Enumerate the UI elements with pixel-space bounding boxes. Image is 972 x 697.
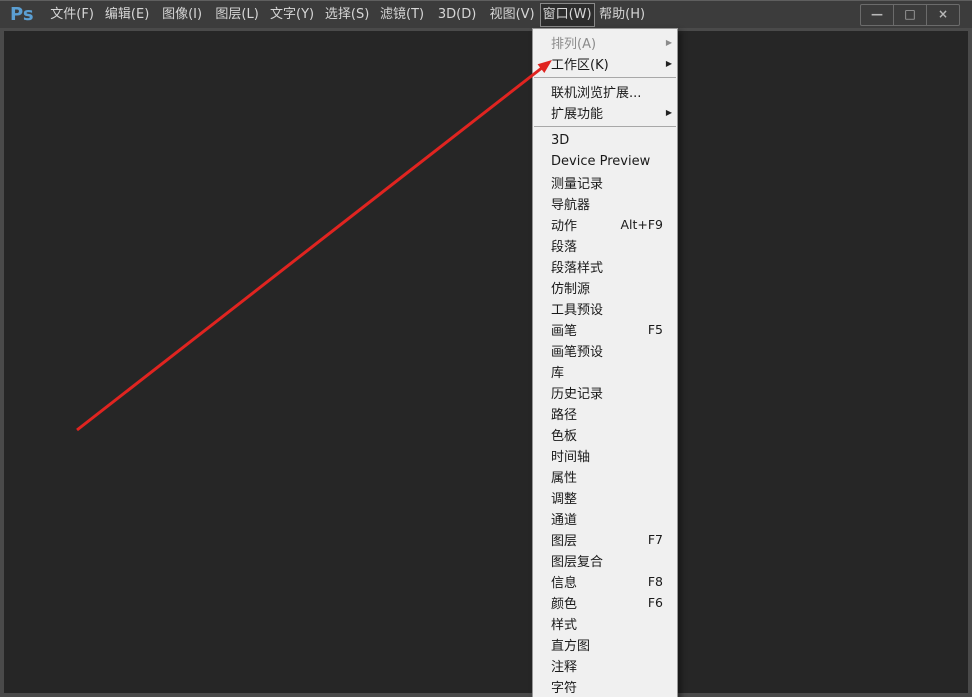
menu-item-adjustments[interactable]: 调整: [533, 487, 677, 508]
menu-item-measurement-log[interactable]: 测量记录: [533, 172, 677, 193]
minimize-button[interactable]: —: [861, 5, 893, 25]
menu-item-label: 信息: [551, 576, 578, 591]
menu-item-info[interactable]: 信息 F8: [533, 571, 677, 592]
menu-item-paragraph-styles[interactable]: 段落样式: [533, 256, 677, 277]
photoshop-logo: Ps: [10, 4, 34, 25]
menu-item-label: 色板: [551, 429, 578, 444]
menubar-item-view[interactable]: 视图(V): [485, 3, 540, 27]
menu-item-notes[interactable]: 注释: [533, 655, 677, 676]
menu-separator: [534, 77, 676, 78]
menu-item-label: 段落: [551, 240, 578, 255]
menu-item-clone-source[interactable]: 仿制源: [533, 277, 677, 298]
menu-item-label: 图层: [551, 534, 578, 549]
menu-item-navigator[interactable]: 导航器: [533, 193, 677, 214]
window-controls: — □ ×: [860, 3, 960, 26]
menu-item-label: 导航器: [551, 198, 591, 213]
menu-item-label: 段落样式: [551, 261, 604, 276]
menubar-item-layer[interactable]: 图层(L): [210, 3, 265, 27]
menu-item-label: 画笔: [551, 324, 578, 339]
menubar-item-edit[interactable]: 编辑(E): [100, 3, 155, 27]
menu-item-character[interactable]: 字符: [533, 676, 677, 697]
window-menu-dropdown: 排列(A) ▶ 工作区(K) ▶ 联机浏览扩展... 扩展功能 ▶ 3D Device Prev…: [532, 28, 678, 697]
submenu-arrow-icon: ▶: [665, 107, 672, 117]
submenu-arrow-icon: ▶: [665, 37, 672, 47]
menubar-item-help[interactable]: 帮助(H): [595, 3, 650, 27]
menubar-item-image[interactable]: 图像(I): [155, 3, 210, 27]
menu-item-histogram[interactable]: 直方图: [533, 634, 677, 655]
menu-item-3d[interactable]: 3D: [533, 130, 677, 151]
menu-item-label: 属性: [551, 471, 578, 486]
menu-item-label: 仿制源: [551, 282, 591, 297]
menu-item-label: 库: [551, 366, 565, 381]
close-button[interactable]: ×: [926, 4, 959, 25]
menu-item-device-preview[interactable]: Device Preview: [533, 151, 677, 172]
submenu-arrow-icon: ▶: [665, 58, 672, 68]
menu-item-brush-presets[interactable]: 画笔预设: [533, 340, 677, 361]
menu-separator: [534, 126, 676, 127]
menu-item-properties[interactable]: 属性: [533, 466, 677, 487]
menu-item-label: 通道: [551, 513, 578, 528]
menu-item-label: Device Preview: [551, 154, 651, 169]
menu-item-brush[interactable]: 画笔 F5: [533, 319, 677, 340]
menubar-item-type[interactable]: 文字(Y): [265, 3, 320, 27]
menu-item-label: 工具预设: [551, 303, 604, 318]
menu-item-label: 3D: [551, 133, 570, 148]
menu-item-shortcut: F5: [647, 322, 663, 337]
menubar-item-select[interactable]: 选择(S): [320, 3, 375, 27]
menu-item-label: 历史记录: [551, 387, 604, 402]
maximize-button[interactable]: □: [893, 4, 926, 25]
menu-item-styles[interactable]: 样式: [533, 613, 677, 634]
menu-item-label: 字符: [551, 681, 578, 696]
menu-item-shortcut: F8: [647, 574, 663, 589]
menu-item-label: 路径: [551, 408, 578, 423]
menu-item-label: 注释: [551, 660, 578, 675]
menu-item-color[interactable]: 颜色 F6: [533, 592, 677, 613]
menu-item-label: 图层复合: [551, 555, 604, 570]
menu-item-workspace[interactable]: 工作区(K) ▶: [533, 53, 677, 74]
menubar-item-3d[interactable]: 3D(D): [430, 3, 485, 27]
menu-item-label: 扩展功能: [551, 107, 604, 122]
menu-item-label: 直方图: [551, 639, 591, 654]
menu-item-label: 排列(A): [551, 37, 597, 52]
menubar-item-window[interactable]: 窗口(W): [539, 2, 595, 27]
menu-item-arrange[interactable]: 排列(A) ▶: [533, 32, 677, 53]
menubar: Ps 文件(F) 编辑(E) 图像(I) 图层(L) 文字(Y) 选择(S) 滤镜(T) 3D…: [0, 0, 972, 28]
menu-item-label: 联机浏览扩展...: [551, 86, 642, 101]
canvas-area: [0, 28, 972, 697]
menu-item-timeline[interactable]: 时间轴: [533, 445, 677, 466]
menu-item-label: 画笔预设: [551, 345, 604, 360]
menu-item-shortcut: Alt+F9: [620, 217, 663, 232]
menubar-item-file[interactable]: 文件(F): [45, 3, 100, 27]
menu-item-label: 工作区(K): [551, 58, 609, 73]
menu-item-paragraph[interactable]: 段落: [533, 235, 677, 256]
menu-item-layer-comps[interactable]: 图层复合: [533, 550, 677, 571]
menu-item-actions[interactable]: 动作 Alt+F9: [533, 214, 677, 235]
menu-item-shortcut: F6: [647, 595, 663, 610]
photoshop-window: Ps 文件(F) 编辑(E) 图像(I) 图层(L) 文字(Y) 选择(S) 滤镜(T) 3D…: [0, 0, 972, 697]
menu-item-shortcut: F7: [647, 532, 663, 547]
menu-item-layers[interactable]: 图层 F7: [533, 529, 677, 550]
menu-item-paths[interactable]: 路径: [533, 403, 677, 424]
menu-item-libraries[interactable]: 库: [533, 361, 677, 382]
menu-item-label: 时间轴: [551, 450, 591, 465]
menu-item-label: 测量记录: [551, 177, 604, 192]
menu-item-channels[interactable]: 通道: [533, 508, 677, 529]
menu-item-label: 调整: [551, 492, 578, 507]
menu-item-swatches[interactable]: 色板: [533, 424, 677, 445]
menu-item-label: 颜色: [551, 597, 578, 612]
menubar-item-filter[interactable]: 滤镜(T): [375, 3, 430, 27]
menu-item-label: 样式: [551, 618, 578, 633]
menubar-items: 文件(F) 编辑(E) 图像(I) 图层(L) 文字(Y) 选择(S) 滤镜(T) 3D(D)…: [45, 1, 650, 28]
menu-item-history[interactable]: 历史记录: [533, 382, 677, 403]
menu-item-extensions[interactable]: 扩展功能 ▶: [533, 102, 677, 123]
menu-item-tool-presets[interactable]: 工具预设: [533, 298, 677, 319]
menu-item-browse-extensions-online[interactable]: 联机浏览扩展...: [533, 81, 677, 102]
menu-item-label: 动作: [551, 219, 578, 234]
